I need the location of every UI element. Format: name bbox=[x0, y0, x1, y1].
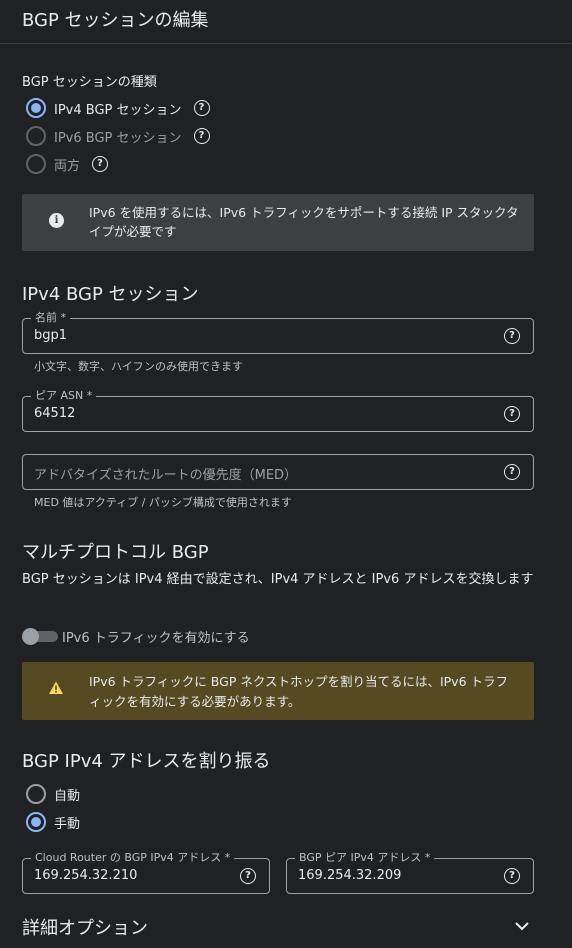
radio-label: IPv4 BGP セッション bbox=[54, 102, 182, 118]
name-hint: 小文字、数字、ハイフンのみ使用できます bbox=[34, 360, 243, 373]
info-banner: i IPv6 を使用するには、IPv6 トラフィックをサポートする接続 IP ス… bbox=[22, 194, 534, 251]
peer-ip-field[interactable]: BGP ピア IPv4 アドレス * 169.254.32.209 ? bbox=[286, 851, 534, 894]
multiprotocol-description: BGP セッションは IPv4 経由で設定され、IPv4 アドレスと IPv6 … bbox=[22, 572, 534, 587]
help-icon[interactable]: ? bbox=[504, 464, 520, 480]
radio-button[interactable] bbox=[26, 154, 46, 174]
name-field[interactable]: 名前 * bgp1 ? bbox=[22, 311, 534, 354]
router-ip-label: Cloud Router の BGP IPv4 アドレス * bbox=[31, 851, 235, 865]
name-field-value[interactable]: bgp1 bbox=[34, 328, 67, 343]
page-title: BGP セッションの編集 bbox=[22, 10, 209, 31]
med-field[interactable]: アドバタイズされたルートの優先度（MED） ? bbox=[22, 454, 534, 490]
chevron-down-icon[interactable] bbox=[514, 918, 530, 934]
allocation-title: BGP IPv4 アドレスを割り振る bbox=[22, 751, 271, 772]
help-icon[interactable]: ? bbox=[193, 128, 210, 144]
ipv4-section-title: IPv4 BGP セッション bbox=[22, 284, 199, 305]
peer-ip-label: BGP ピア IPv4 アドレス * bbox=[295, 851, 435, 865]
radio-option-manual[interactable]: 手動 bbox=[26, 811, 80, 833]
radio-label: 手動 bbox=[54, 816, 81, 832]
multiprotocol-title: マルチプロトコル BGP bbox=[22, 542, 209, 563]
help-icon[interactable]: ? bbox=[504, 868, 520, 884]
radio-option-ipv4[interactable]: IPv4 BGP セッション ? bbox=[26, 97, 210, 119]
warning-icon bbox=[49, 681, 63, 694]
session-type-label: BGP セッションの種類 bbox=[22, 75, 157, 90]
radio-button[interactable] bbox=[26, 784, 46, 804]
med-hint: MED 値はアクティブ / パッシブ構成で使用されます bbox=[34, 496, 292, 509]
warning-text: IPv6 トラフィックに BGP ネクストホップを割り当てるには、IPv6 トラ… bbox=[89, 674, 508, 709]
med-placeholder[interactable]: アドバタイズされたルートの優先度（MED） bbox=[34, 464, 297, 483]
radio-option-ipv6[interactable]: IPv6 BGP セッション ? bbox=[26, 125, 210, 147]
toggle-thumb bbox=[22, 628, 39, 645]
router-ip-value[interactable]: 169.254.32.210 bbox=[34, 868, 137, 883]
ipv6-traffic-toggle[interactable] bbox=[22, 628, 58, 645]
info-icon: i bbox=[49, 213, 64, 228]
peer-asn-field[interactable]: ピア ASN * 64512 ? bbox=[22, 389, 534, 432]
radio-label: 自動 bbox=[54, 788, 81, 804]
help-icon[interactable]: ? bbox=[92, 156, 109, 172]
toggle-label: IPv6 トラフィックを有効にする bbox=[62, 630, 250, 646]
radio-button[interactable] bbox=[26, 126, 46, 146]
radio-button[interactable] bbox=[26, 98, 46, 118]
radio-label: IPv6 BGP セッション bbox=[54, 130, 182, 146]
radio-label: 両方 bbox=[54, 158, 81, 174]
radio-button[interactable] bbox=[26, 812, 46, 832]
radio-option-auto[interactable]: 自動 bbox=[26, 783, 80, 805]
router-ip-field[interactable]: Cloud Router の BGP IPv4 アドレス * 169.254.3… bbox=[22, 851, 270, 894]
help-icon[interactable]: ? bbox=[504, 328, 520, 344]
warning-banner: IPv6 トラフィックに BGP ネクストホップを割り当てるには、IPv6 トラ… bbox=[22, 662, 534, 720]
radio-option-both[interactable]: 両方 ? bbox=[26, 153, 109, 175]
help-icon[interactable]: ? bbox=[193, 100, 210, 116]
peer-asn-value[interactable]: 64512 bbox=[34, 406, 75, 421]
help-icon[interactable]: ? bbox=[240, 868, 256, 884]
help-icon[interactable]: ? bbox=[504, 406, 520, 422]
info-text: IPv6 を使用するには、IPv6 トラフィックをサポートする接続 IP スタッ… bbox=[89, 205, 519, 239]
advanced-options-title[interactable]: 詳細オプション bbox=[22, 914, 148, 940]
peer-asn-label: ピア ASN * bbox=[31, 389, 97, 403]
ipv6-traffic-toggle-row[interactable]: IPv6 トラフィックを有効にする bbox=[22, 626, 250, 646]
name-field-label: 名前 * bbox=[31, 311, 70, 325]
peer-ip-value[interactable]: 169.254.32.209 bbox=[298, 868, 401, 883]
dialog-header: BGP セッションの編集 bbox=[0, 0, 572, 44]
